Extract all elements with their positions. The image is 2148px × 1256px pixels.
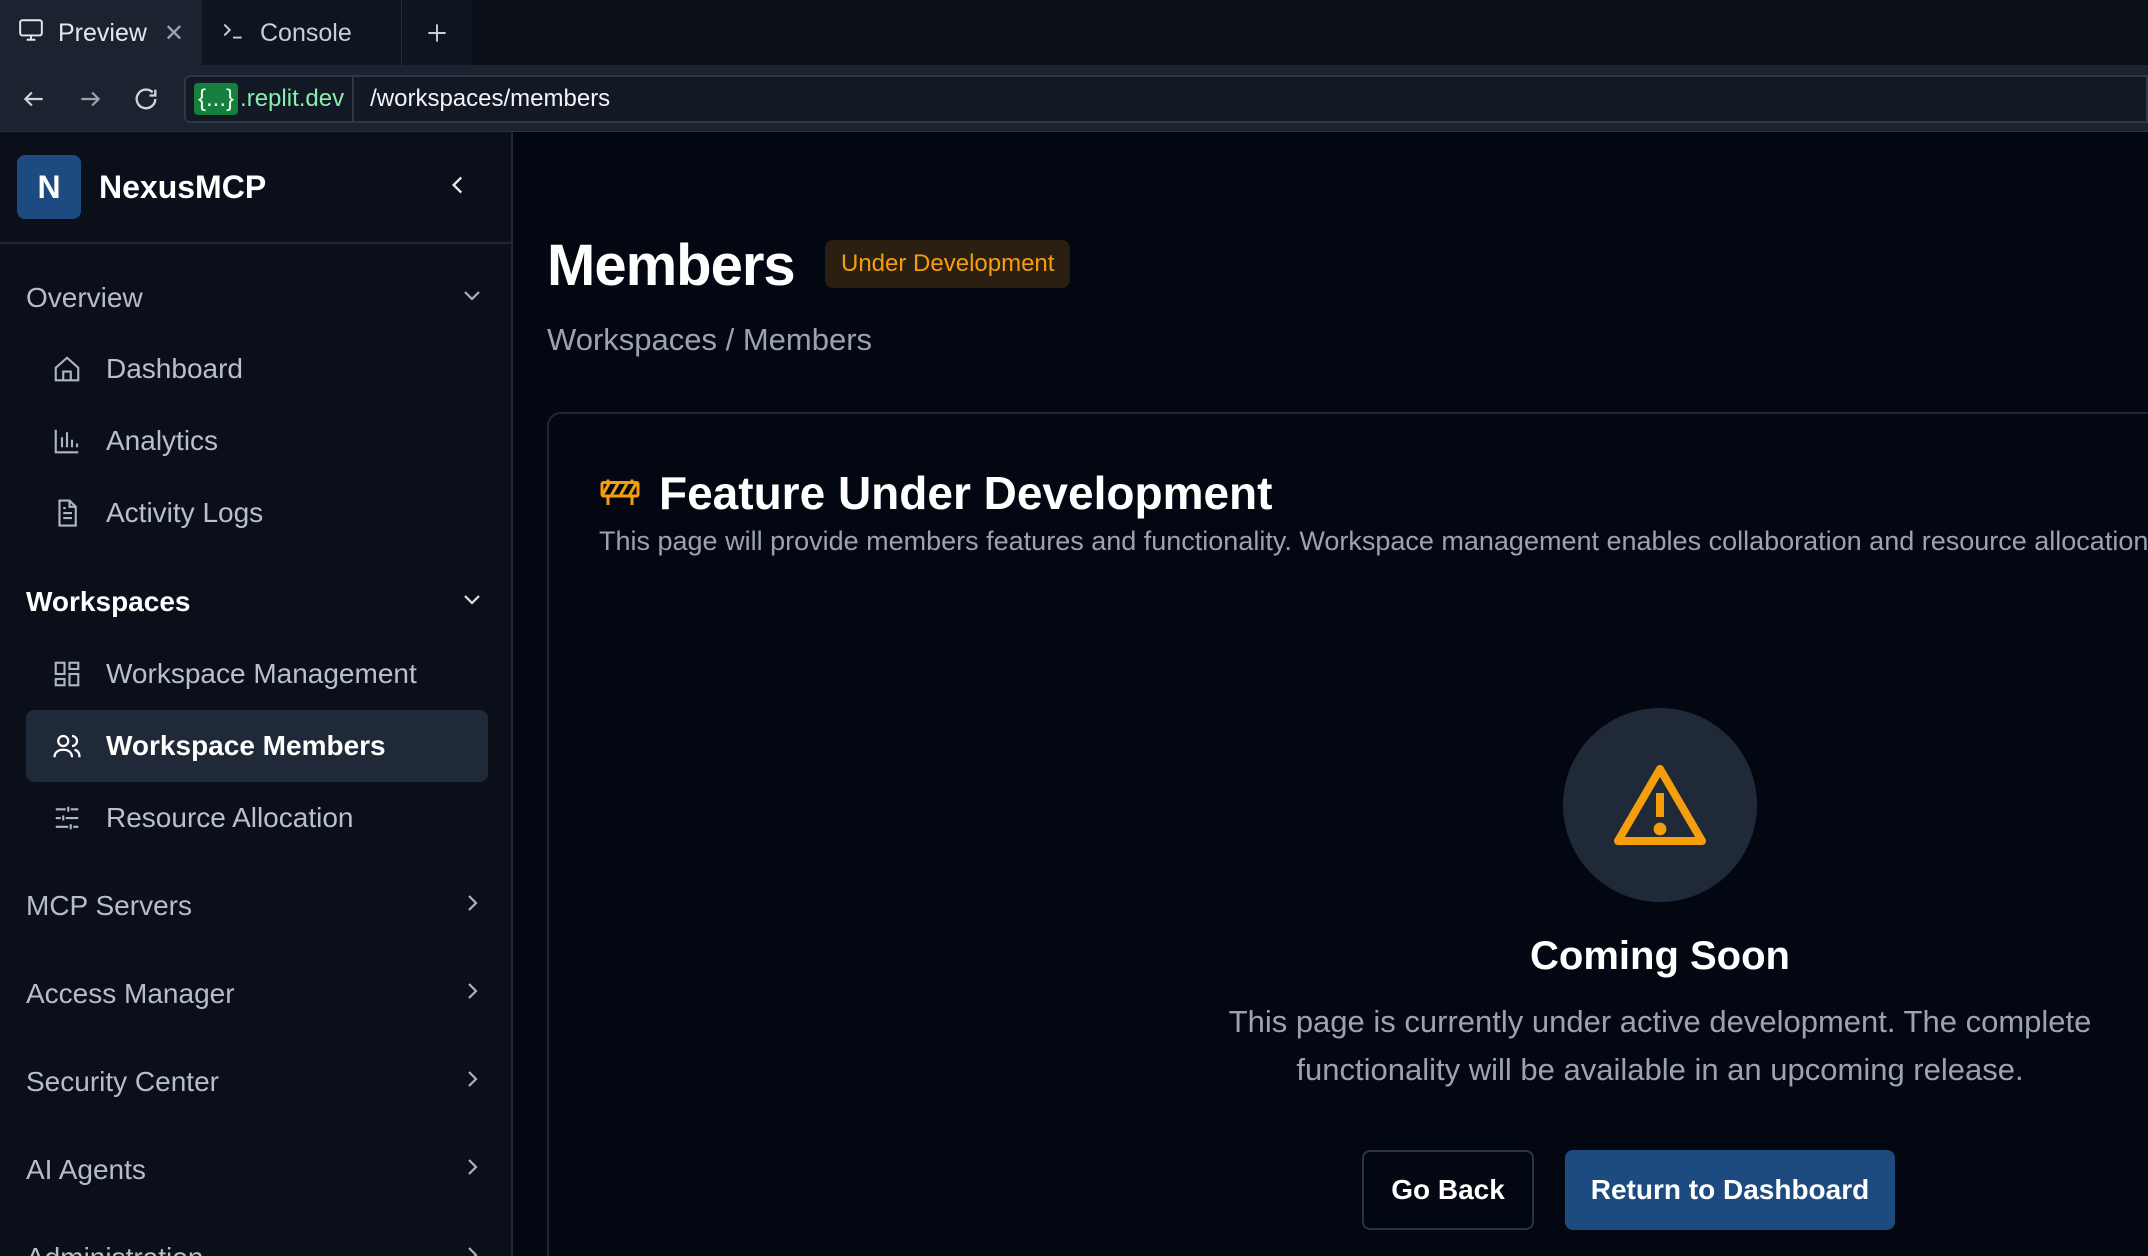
sidebar-item-resource-allocation[interactable]: Resource Allocation: [26, 782, 488, 854]
section-ai-agents[interactable]: AI Agents: [26, 1145, 488, 1195]
users-icon: [50, 729, 84, 763]
brand-name: NexusMCP: [99, 168, 267, 205]
arrow-right-icon: [81, 91, 101, 106]
coming-soon-title: Coming Soon: [1530, 934, 1790, 978]
bar-chart-icon: [50, 424, 84, 458]
chevron-down-icon: [460, 282, 484, 314]
chevron-right-icon: [460, 1242, 484, 1256]
section-overview[interactable]: Overview: [26, 273, 488, 323]
chevron-right-icon: [460, 1066, 484, 1098]
sidebar-item-label: Workspace Members: [106, 730, 386, 761]
url-host-domain: .replit.dev: [240, 84, 345, 112]
plus-icon: [428, 23, 446, 42]
sidebar-item-workspace-management[interactable]: Workspace Management: [26, 638, 488, 710]
chevron-down-icon: [460, 586, 484, 618]
new-tab-button[interactable]: [402, 0, 472, 65]
sidebar-item-dashboard[interactable]: Dashboard: [26, 333, 488, 405]
reload-icon: [135, 87, 157, 109]
breadcrumb: Workspaces / Members: [547, 322, 873, 357]
sidebar: N NexusMCP Overview Dashboard Analytics …: [0, 132, 513, 1256]
section-administration[interactable]: Administration: [26, 1233, 488, 1256]
section-security-center[interactable]: Security Center: [26, 1057, 488, 1107]
warning-triangle-icon: [1614, 765, 1706, 845]
browser-tab-bar: Preview ✕ Console: [0, 0, 2148, 66]
url-path: /workspaces/members: [370, 84, 611, 112]
terminal-icon: [220, 17, 246, 50]
sidebar-item-activity-logs[interactable]: Activity Logs: [26, 477, 488, 549]
home-icon: [50, 352, 84, 386]
construction-barrier-icon: [599, 475, 641, 511]
section-label: MCP Servers: [26, 890, 192, 921]
close-tab-icon[interactable]: ✕: [164, 19, 184, 48]
forward-nav-button[interactable]: [62, 66, 118, 132]
page-title: Members: [547, 233, 796, 298]
address-bar: {...} .replit.dev /workspaces/members: [0, 66, 2148, 132]
section-label: AI Agents: [26, 1154, 146, 1185]
section-label: Security Center: [26, 1066, 219, 1097]
sliders-icon: [50, 801, 84, 835]
coming-soon-line: functionality will be available in an up…: [1296, 1052, 2024, 1087]
warning-badge: [1563, 708, 1757, 902]
tab-bar-spacer: [472, 0, 2148, 65]
url-host: {...} .replit.dev: [186, 76, 355, 121]
section-label: Overview: [26, 282, 143, 313]
sidebar-item-label: Resource Allocation: [106, 802, 354, 833]
grid-icon: [50, 657, 84, 691]
return-to-dashboard-button[interactable]: Return to Dashboard: [1565, 1150, 1895, 1230]
url-host-highlight: {...}: [194, 82, 239, 115]
sidebar-item-workspace-members[interactable]: Workspace Members: [26, 710, 488, 782]
tab-label: Preview: [58, 18, 147, 47]
sidebar-brand: N NexusMCP: [0, 132, 511, 244]
go-back-button[interactable]: Go Back: [1362, 1150, 1534, 1230]
chevron-right-icon: [460, 978, 484, 1010]
card-title-text: Feature Under Development: [659, 467, 1273, 519]
feature-card: Feature Under Development This page will…: [547, 412, 2148, 1256]
sidebar-item-analytics[interactable]: Analytics: [26, 405, 488, 477]
chevron-left-icon: [451, 176, 463, 193]
tab-console[interactable]: Console: [202, 0, 402, 66]
card-description: This page will provide members features …: [599, 526, 2148, 556]
document-icon: [50, 496, 84, 530]
back-nav-button[interactable]: [6, 66, 62, 132]
sidebar-item-label: Activity Logs: [106, 497, 264, 528]
section-label: Administration: [26, 1242, 203, 1256]
card-title: Feature Under Development: [599, 466, 1272, 520]
main-content: Members Under Development Workspaces / M…: [515, 132, 2148, 1256]
collapse-sidebar-button[interactable]: [445, 172, 471, 203]
status-badge: Under Development: [825, 240, 1071, 288]
logo: N: [17, 155, 81, 219]
section-mcp-servers[interactable]: MCP Servers: [26, 881, 488, 931]
monitor-icon: [18, 17, 44, 50]
sidebar-item-label: Analytics: [106, 425, 219, 456]
url-field[interactable]: {...} .replit.dev /workspaces/members: [184, 74, 2148, 123]
reload-button[interactable]: [118, 66, 174, 132]
tab-label: Console: [260, 18, 352, 47]
section-access-manager[interactable]: Access Manager: [26, 969, 488, 1019]
chevron-right-icon: [460, 1154, 484, 1186]
chevron-right-icon: [460, 890, 484, 922]
section-label: Access Manager: [26, 978, 235, 1009]
tab-preview[interactable]: Preview ✕: [0, 0, 202, 66]
section-workspaces[interactable]: Workspaces: [26, 577, 488, 627]
sidebar-item-label: Workspace Management: [106, 658, 417, 689]
sidebar-item-label: Dashboard: [106, 353, 243, 384]
coming-soon-line: This page is currently under active deve…: [1228, 1004, 2092, 1039]
coming-soon-description: This page is currently under active deve…: [1110, 998, 2148, 1094]
section-label: Workspaces: [26, 586, 191, 617]
arrow-left-icon: [23, 91, 43, 106]
